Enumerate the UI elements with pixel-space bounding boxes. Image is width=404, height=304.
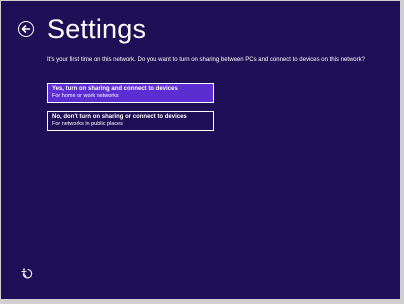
- option-title: No, don't turn on sharing or connect to …: [52, 114, 187, 120]
- network-sharing-prompt: It's your first time on this network. Do…: [47, 57, 365, 63]
- option-subtitle: For home or work networks: [52, 93, 119, 99]
- dont-turn-on-sharing-option[interactable]: No, don't turn on sharing or connect to …: [47, 111, 214, 131]
- option-title: Yes, turn on sharing and connect to devi…: [52, 86, 178, 92]
- option-subtitle: For networks in public places: [52, 121, 123, 127]
- page-title: Settings: [47, 14, 147, 44]
- back-arrow-icon: [21, 25, 31, 33]
- ease-of-access-button[interactable]: [21, 267, 33, 279]
- turn-on-sharing-option[interactable]: Yes, turn on sharing and connect to devi…: [47, 83, 214, 103]
- back-button[interactable]: [18, 21, 34, 37]
- ease-of-access-icon: [21, 268, 33, 279]
- settings-screen: Settings It's your first time on this ne…: [1, 1, 400, 299]
